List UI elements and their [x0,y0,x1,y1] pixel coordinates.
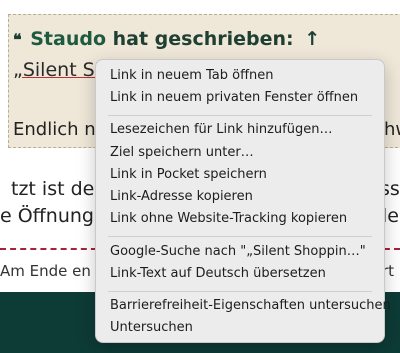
menu-item-inspect[interactable]: Untersuchen [110,319,193,337]
menu-item-save-target[interactable]: Ziel speichern unter… [110,144,254,162]
menu-item-copy-link[interactable]: Link-Adresse kopieren [110,188,253,206]
quote-author-link[interactable]: Staudo [30,28,106,50]
quote-link[interactable]: „Silent Shoppin… [13,59,103,81]
menu-item-copy-link-no-tracking[interactable]: Link ohne Website-Tracking kopieren [110,210,347,228]
signature-text-left: Am Ende en [0,262,91,280]
quote-wrote-label: hat geschrieben: [112,28,294,50]
menu-separator [108,115,372,116]
menu-separator [108,236,372,237]
quote-text-right: hw [384,119,400,140]
menu-item-open-new-tab[interactable]: Link in neuem Tab öffnen [110,67,274,85]
quote-text-left: Endlich n [13,119,96,140]
menu-item-save-pocket[interactable]: Link in Pocket speichern [110,166,267,184]
quote-header: ❝ Staudo hat geschrieben: ↑ [13,28,320,50]
menu-item-inspect-accessibility[interactable]: Barrierefreiheit-Eigenschaften untersuch… [110,297,391,315]
quote-icon: ❝ [13,30,22,49]
menu-item-translate-link-text[interactable]: Link-Text auf Deutsch übersetzen [110,265,326,283]
context-menu: Link in neuem Tab öffnen Link in neuem p… [95,59,391,343]
arrow-up-icon[interactable]: ↑ [304,28,320,50]
post-text-line-1-left: tzt ist der [11,178,103,200]
menu-item-bookmark-link[interactable]: Lesezeichen für Link hinzufügen… [110,121,332,139]
menu-separator [108,291,372,292]
menu-item-google-search[interactable]: Google-Suche nach "„Silent Shoppin…" [110,243,366,261]
menu-item-open-private-window[interactable]: Link in neuem privaten Fenster öffnen [110,89,358,107]
post-text-line-2-left: e Öffnung [0,205,94,227]
